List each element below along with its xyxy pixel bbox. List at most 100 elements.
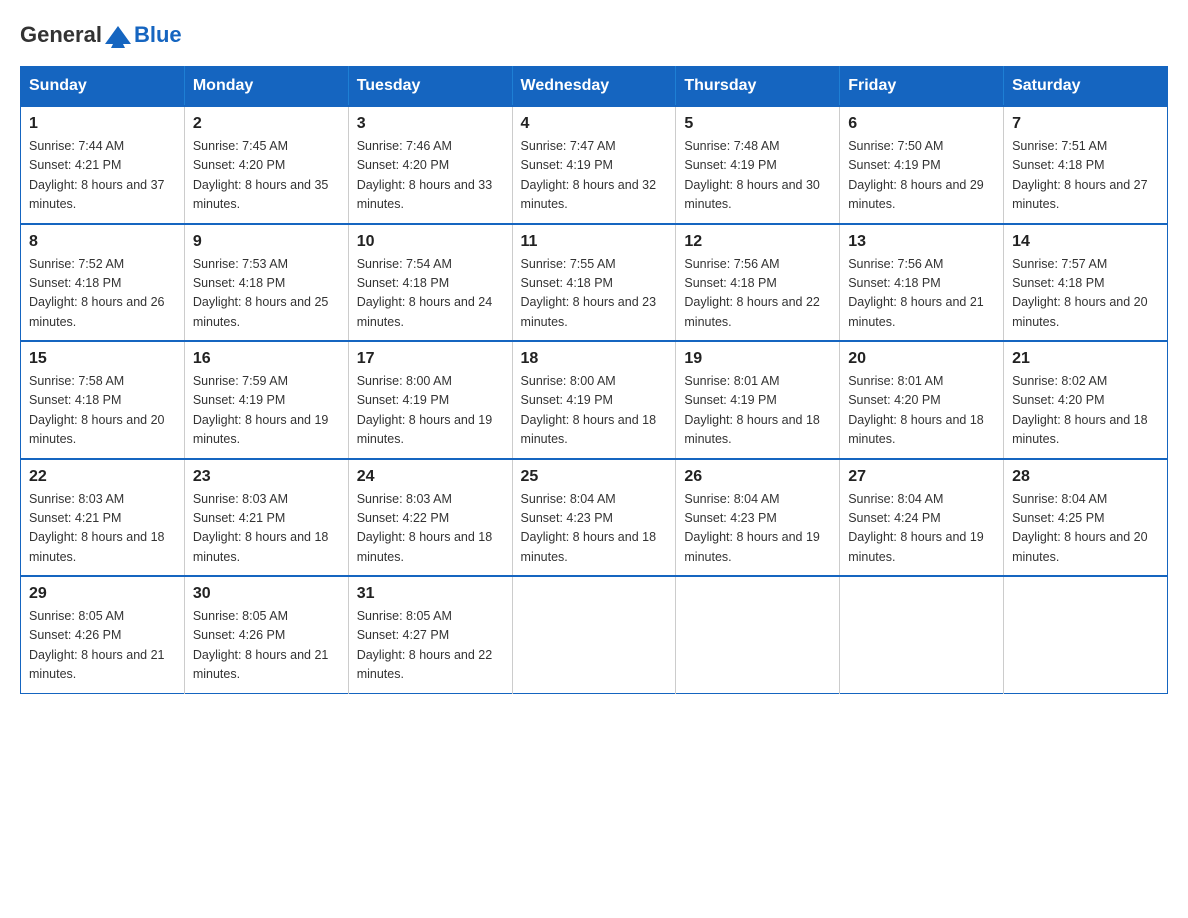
day-info: Sunrise: 7:57 AMSunset: 4:18 PMDaylight:… — [1012, 255, 1159, 333]
day-info: Sunrise: 8:04 AMSunset: 4:23 PMDaylight:… — [521, 490, 668, 568]
calendar-cell: 19Sunrise: 8:01 AMSunset: 4:19 PMDayligh… — [676, 341, 840, 459]
day-number: 17 — [357, 350, 504, 368]
day-number: 1 — [29, 115, 176, 133]
day-number: 18 — [521, 350, 668, 368]
page-header: General Blue — [20, 20, 1168, 50]
day-info: Sunrise: 8:05 AMSunset: 4:26 PMDaylight:… — [193, 607, 340, 685]
calendar-cell: 3 Sunrise: 7:46 AMSunset: 4:20 PMDaylight… — [348, 106, 512, 224]
day-number: 14 — [1012, 233, 1159, 251]
calendar-cell: 16 Sunrise: 7:59 AMSunset: 4:19 PMDayligh… — [184, 341, 348, 459]
day-number: 19 — [684, 350, 831, 368]
calendar-cell: 4 Sunrise: 7:47 AMSunset: 4:19 PMDaylight… — [512, 106, 676, 224]
day-number: 28 — [1012, 468, 1159, 486]
day-info: Sunrise: 8:05 AMSunset: 4:26 PMDaylight:… — [29, 607, 176, 685]
day-info: Sunrise: 8:04 AMSunset: 4:25 PMDaylight:… — [1012, 490, 1159, 568]
calendar-cell: 24 Sunrise: 8:03 AMSunset: 4:22 PMDayligh… — [348, 459, 512, 577]
calendar-cell: 10 Sunrise: 7:54 AMSunset: 4:18 PMDayligh… — [348, 224, 512, 342]
day-info: Sunrise: 8:03 AMSunset: 4:22 PMDaylight:… — [357, 490, 504, 568]
day-number: 5 — [684, 115, 831, 133]
day-info: Sunrise: 8:00 AMSunset: 4:19 PMDaylight:… — [357, 372, 504, 450]
day-info: Sunrise: 8:05 AMSunset: 4:27 PMDaylight:… — [357, 607, 504, 685]
calendar-cell: 23Sunrise: 8:03 AMSunset: 4:21 PMDayligh… — [184, 459, 348, 577]
day-number: 12 — [684, 233, 831, 251]
calendar-cell: 25 Sunrise: 8:04 AMSunset: 4:23 PMDayligh… — [512, 459, 676, 577]
day-number: 23 — [193, 468, 340, 486]
logo-text-general: General — [20, 22, 102, 48]
day-number: 16 — [193, 350, 340, 368]
day-number: 30 — [193, 585, 340, 603]
day-number: 22 — [29, 468, 176, 486]
day-number: 8 — [29, 233, 176, 251]
weekday-header-saturday: Saturday — [1004, 67, 1168, 107]
calendar-cell: 13Sunrise: 7:56 AMSunset: 4:18 PMDayligh… — [840, 224, 1004, 342]
day-number: 20 — [848, 350, 995, 368]
day-info: Sunrise: 8:03 AMSunset: 4:21 PMDaylight:… — [29, 490, 176, 568]
day-info: Sunrise: 8:00 AMSunset: 4:19 PMDaylight:… — [521, 372, 668, 450]
day-number: 15 — [29, 350, 176, 368]
calendar-cell: 28 Sunrise: 8:04 AMSunset: 4:25 PMDayligh… — [1004, 459, 1168, 577]
day-info: Sunrise: 7:58 AMSunset: 4:18 PMDaylight:… — [29, 372, 176, 450]
day-number: 13 — [848, 233, 995, 251]
weekday-header-friday: Friday — [840, 67, 1004, 107]
day-number: 25 — [521, 468, 668, 486]
calendar-cell: 5Sunrise: 7:48 AMSunset: 4:19 PMDaylight… — [676, 106, 840, 224]
day-number: 6 — [848, 115, 995, 133]
calendar-cell: 22 Sunrise: 8:03 AMSunset: 4:21 PMDayligh… — [21, 459, 185, 577]
day-number: 7 — [1012, 115, 1159, 133]
day-info: Sunrise: 7:47 AMSunset: 4:19 PMDaylight:… — [521, 137, 668, 215]
logo-icon — [103, 20, 133, 50]
day-info: Sunrise: 8:04 AMSunset: 4:24 PMDaylight:… — [848, 490, 995, 568]
day-number: 29 — [29, 585, 176, 603]
day-info: Sunrise: 7:45 AMSunset: 4:20 PMDaylight:… — [193, 137, 340, 215]
day-info: Sunrise: 7:56 AMSunset: 4:18 PMDaylight:… — [684, 255, 831, 333]
day-number: 4 — [521, 115, 668, 133]
calendar-cell — [676, 576, 840, 693]
day-info: Sunrise: 7:51 AMSunset: 4:18 PMDaylight:… — [1012, 137, 1159, 215]
calendar-week-row: 22 Sunrise: 8:03 AMSunset: 4:21 PMDayligh… — [21, 459, 1168, 577]
logo-text-blue: Blue — [134, 22, 182, 48]
day-info: Sunrise: 7:55 AMSunset: 4:18 PMDaylight:… — [521, 255, 668, 333]
weekday-header-thursday: Thursday — [676, 67, 840, 107]
calendar-cell: 12 Sunrise: 7:56 AMSunset: 4:18 PMDayligh… — [676, 224, 840, 342]
calendar-cell: 29 Sunrise: 8:05 AMSunset: 4:26 PMDayligh… — [21, 576, 185, 693]
calendar-cell: 18 Sunrise: 8:00 AMSunset: 4:19 PMDayligh… — [512, 341, 676, 459]
day-info: Sunrise: 7:46 AMSunset: 4:20 PMDaylight:… — [357, 137, 504, 215]
day-info: Sunrise: 7:52 AMSunset: 4:18 PMDaylight:… — [29, 255, 176, 333]
day-info: Sunrise: 8:02 AMSunset: 4:20 PMDaylight:… — [1012, 372, 1159, 450]
weekday-header-sunday: Sunday — [21, 67, 185, 107]
calendar-cell: 8 Sunrise: 7:52 AMSunset: 4:18 PMDaylight… — [21, 224, 185, 342]
day-info: Sunrise: 7:59 AMSunset: 4:19 PMDaylight:… — [193, 372, 340, 450]
day-number: 24 — [357, 468, 504, 486]
calendar-cell: 30 Sunrise: 8:05 AMSunset: 4:26 PMDayligh… — [184, 576, 348, 693]
calendar-week-row: 29 Sunrise: 8:05 AMSunset: 4:26 PMDayligh… — [21, 576, 1168, 693]
calendar-cell: 17 Sunrise: 8:00 AMSunset: 4:19 PMDayligh… — [348, 341, 512, 459]
calendar-cell: 26 Sunrise: 8:04 AMSunset: 4:23 PMDayligh… — [676, 459, 840, 577]
calendar-week-row: 8 Sunrise: 7:52 AMSunset: 4:18 PMDaylight… — [21, 224, 1168, 342]
calendar-week-row: 15 Sunrise: 7:58 AMSunset: 4:18 PMDayligh… — [21, 341, 1168, 459]
calendar-cell: 31Sunrise: 8:05 AMSunset: 4:27 PMDayligh… — [348, 576, 512, 693]
calendar-cell: 14 Sunrise: 7:57 AMSunset: 4:18 PMDayligh… — [1004, 224, 1168, 342]
day-number: 3 — [357, 115, 504, 133]
weekday-header-monday: Monday — [184, 67, 348, 107]
calendar-cell: 20 Sunrise: 8:01 AMSunset: 4:20 PMDayligh… — [840, 341, 1004, 459]
calendar-cell: 7 Sunrise: 7:51 AMSunset: 4:18 PMDaylight… — [1004, 106, 1168, 224]
day-number: 27 — [848, 468, 995, 486]
calendar-cell: 9Sunrise: 7:53 AMSunset: 4:18 PMDaylight… — [184, 224, 348, 342]
logo: General Blue — [20, 20, 182, 50]
calendar-cell: 11Sunrise: 7:55 AMSunset: 4:18 PMDayligh… — [512, 224, 676, 342]
day-number: 10 — [357, 233, 504, 251]
day-info: Sunrise: 8:04 AMSunset: 4:23 PMDaylight:… — [684, 490, 831, 568]
day-number: 2 — [193, 115, 340, 133]
day-info: Sunrise: 7:53 AMSunset: 4:18 PMDaylight:… — [193, 255, 340, 333]
calendar-cell: 15 Sunrise: 7:58 AMSunset: 4:18 PMDayligh… — [21, 341, 185, 459]
weekday-header-tuesday: Tuesday — [348, 67, 512, 107]
weekday-header-wednesday: Wednesday — [512, 67, 676, 107]
day-info: Sunrise: 8:01 AMSunset: 4:20 PMDaylight:… — [848, 372, 995, 450]
day-number: 26 — [684, 468, 831, 486]
calendar-week-row: 1 Sunrise: 7:44 AMSunset: 4:21 PMDaylight… — [21, 106, 1168, 224]
calendar-cell: 21Sunrise: 8:02 AMSunset: 4:20 PMDayligh… — [1004, 341, 1168, 459]
day-info: Sunrise: 7:44 AMSunset: 4:21 PMDaylight:… — [29, 137, 176, 215]
calendar-cell — [840, 576, 1004, 693]
day-info: Sunrise: 7:54 AMSunset: 4:18 PMDaylight:… — [357, 255, 504, 333]
day-info: Sunrise: 7:50 AMSunset: 4:19 PMDaylight:… — [848, 137, 995, 215]
